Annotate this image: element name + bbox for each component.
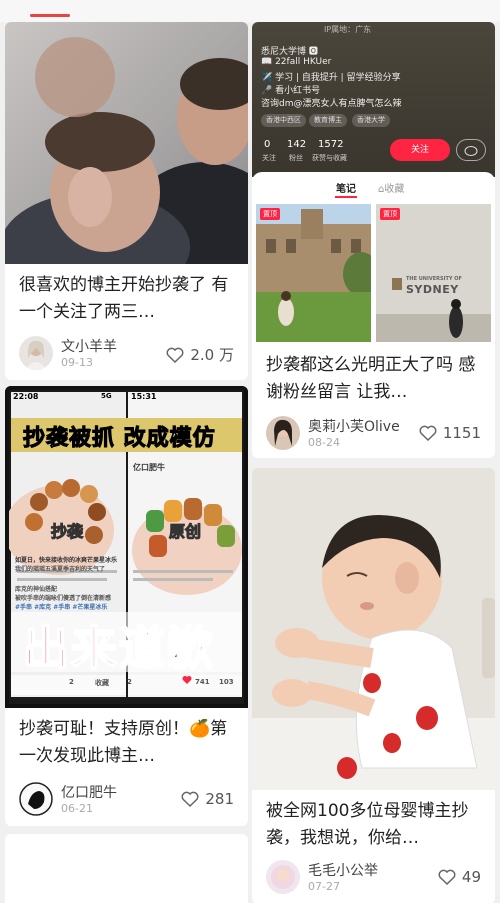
note-cover-image[interactable]: 22:08 5G 15:31 抄袭被抓 改成模仿 抄袭 原创 亿口肥牛 如夏日，… bbox=[5, 386, 248, 708]
profile-bio-3: ✈️ 学习 | 自我提升 | 留学经验分享 bbox=[261, 73, 401, 83]
post-date: 07-27 bbox=[308, 880, 340, 893]
stat-likes-num: 1572 bbox=[318, 139, 344, 150]
like-count: 49 bbox=[461, 868, 481, 886]
cover-bottom-left: 2 bbox=[69, 678, 74, 686]
sign-sydney: SYDNEY bbox=[406, 283, 459, 296]
cover-label-copy: 抄袭 bbox=[50, 522, 84, 542]
like-button[interactable]: 281 bbox=[181, 790, 234, 808]
heart-icon bbox=[419, 425, 437, 441]
author-row[interactable]: 文小羊羊 09-13 2.0 万 bbox=[19, 336, 238, 372]
sign-university: THE UNIVERSITY OF bbox=[406, 276, 462, 282]
profile-bio-1: 悉尼大学博 🅾 bbox=[261, 47, 318, 57]
stat-following-label: 关注 bbox=[262, 154, 276, 162]
heart-icon bbox=[438, 869, 456, 885]
cover-text-1: 如夏日，快来接收你的冰爽芒果星冰乐 bbox=[15, 557, 118, 564]
tab-collect[interactable]: ⌂收藏 bbox=[378, 180, 404, 195]
tab-collect-label: 收藏 bbox=[384, 184, 405, 195]
profile-bio-2: 📖 22fall HKUer bbox=[261, 57, 332, 67]
tab-notes[interactable]: 笔记 bbox=[336, 180, 356, 195]
note-cover-image[interactable] bbox=[5, 22, 248, 264]
author-name[interactable]: 文小羊羊 bbox=[61, 336, 117, 356]
author-row[interactable]: 毛毛小公举 07-27 49 bbox=[266, 860, 485, 896]
note-title[interactable]: 抄袭可耻！支持原创！🍊第一次发现此博主… bbox=[19, 716, 236, 772]
cover-status-signal: 5G bbox=[101, 392, 112, 400]
cover-text-3: 库克的神仙搭配 bbox=[15, 586, 58, 593]
cover-big-text: 出来道歉 bbox=[22, 620, 215, 676]
cover-text-4: 被吹手串的端咏们傻透了倒在清新感 bbox=[15, 595, 112, 602]
author-name[interactable]: 奥莉小芙Olive bbox=[308, 416, 400, 436]
author-name[interactable]: 毛毛小公举 bbox=[308, 860, 378, 880]
cover-headline: 抄袭被抓 改成模仿 bbox=[23, 426, 216, 452]
profile-tag: 教育博主 bbox=[309, 114, 347, 127]
cover-status-time-2: 15:31 bbox=[131, 392, 157, 401]
active-tab-indicator bbox=[30, 14, 70, 17]
profile-bio-4: 🎤 看小红书号 bbox=[261, 86, 321, 96]
follow-button[interactable]: 关注 bbox=[390, 139, 450, 161]
heart-icon bbox=[166, 347, 184, 363]
feed-page: 很喜欢的博主开始抄袭了 有一个关注了两三… 文小羊羊 09-13 2.0 万 2… bbox=[0, 0, 500, 903]
note-card[interactable]: 被全网100多位母婴博主抄袭，我想说，你给… 毛毛小公举 07-27 49 bbox=[252, 468, 495, 903]
cover-text-2: 我们的瑶瑶五溪夏季吉利的天气了 bbox=[15, 566, 106, 573]
author-name[interactable]: 亿口肥牛 bbox=[61, 782, 117, 802]
profile-subtabs: 笔记 ⌂收藏 bbox=[252, 172, 495, 202]
chat-icon bbox=[464, 146, 478, 156]
thumb-sydney[interactable]: 置顶 THE UNIVERSITY OF SYDNEY bbox=[376, 204, 491, 342]
like-button[interactable]: 1151 bbox=[419, 424, 481, 442]
profile-tag: 香港大学 bbox=[352, 114, 390, 127]
like-button[interactable]: 2.0 万 bbox=[166, 344, 234, 365]
pinned-badge: 置顶 bbox=[260, 208, 280, 220]
cover-bottom-collect: 收藏 bbox=[95, 679, 109, 687]
cover-text-5: #手串 #库克 #手串 #芒果星冰乐 bbox=[15, 604, 108, 611]
note-card[interactable]: 22:08 5G 15:31 抄袭被抓 改成模仿 抄袭 原创 亿口肥牛 如夏日，… bbox=[5, 386, 248, 826]
heart-icon bbox=[181, 791, 199, 807]
author-avatar[interactable] bbox=[266, 416, 300, 450]
like-count: 1151 bbox=[442, 424, 481, 442]
author-row[interactable]: 奥莉小芙Olive 08-24 1151 bbox=[266, 416, 485, 452]
like-count: 281 bbox=[205, 790, 234, 808]
cover-shop-name: 亿口肥牛 bbox=[133, 463, 165, 472]
stat-fans-label: 粉丝 bbox=[289, 154, 303, 162]
top-bar bbox=[0, 0, 500, 22]
note-card[interactable]: 很喜欢的博主开始抄袭了 有一个关注了两三… 文小羊羊 09-13 2.0 万 bbox=[5, 22, 248, 380]
cover-bottom-stars: 103 bbox=[219, 678, 234, 686]
stat-likes-label: 获赞与收藏 bbox=[312, 154, 347, 162]
thumb-campus[interactable]: 置顶 bbox=[256, 204, 371, 342]
note-card[interactable]: IP属地：广东 悉尼大学博 🅾 📖 22fall HKUer ✈️ 学习 | 自… bbox=[252, 22, 495, 458]
post-date: 06-21 bbox=[61, 802, 93, 815]
note-card[interactable] bbox=[5, 834, 248, 903]
stat-fans-num: 142 bbox=[287, 139, 307, 150]
like-button[interactable]: 49 bbox=[438, 868, 481, 886]
cover-label-original: 原创 bbox=[168, 522, 202, 542]
cover-bottom-likes: 741 bbox=[195, 678, 210, 686]
author-avatar[interactable] bbox=[19, 782, 53, 816]
note-title[interactable]: 抄袭都这么光明正大了吗 感谢粉丝留言 让我… bbox=[266, 352, 483, 408]
subtab-indicator bbox=[335, 196, 357, 198]
note-cover-image[interactable] bbox=[252, 468, 495, 790]
note-cover-image[interactable]: IP属地：广东 悉尼大学博 🅾 📖 22fall HKUer ✈️ 学习 | 自… bbox=[252, 22, 495, 342]
cover-status-time: 22:08 bbox=[13, 392, 39, 401]
post-date: 08-24 bbox=[308, 436, 340, 449]
like-count: 2.0 万 bbox=[190, 346, 234, 364]
post-date: 09-13 bbox=[61, 356, 93, 369]
ip-location: IP属地：广东 bbox=[324, 25, 372, 34]
note-title[interactable]: 很喜欢的博主开始抄袭了 有一个关注了两三… bbox=[19, 272, 236, 328]
pinned-badge: 置顶 bbox=[380, 208, 400, 220]
cover-bottom-comment: 2 bbox=[127, 678, 132, 686]
author-avatar[interactable] bbox=[19, 336, 53, 370]
stat-following-num: 0 bbox=[264, 139, 271, 150]
profile-bio-5: 咨询dm@漂亮女人有点脾气怎么辣 bbox=[261, 99, 402, 109]
author-row[interactable]: 亿口肥牛 06-21 281 bbox=[19, 782, 238, 818]
message-button[interactable] bbox=[456, 139, 486, 161]
profile-tag: 香港中西区 bbox=[261, 114, 306, 127]
note-title[interactable]: 被全网100多位母婴博主抄袭，我想说，你给… bbox=[266, 798, 483, 854]
author-avatar[interactable] bbox=[266, 860, 300, 894]
